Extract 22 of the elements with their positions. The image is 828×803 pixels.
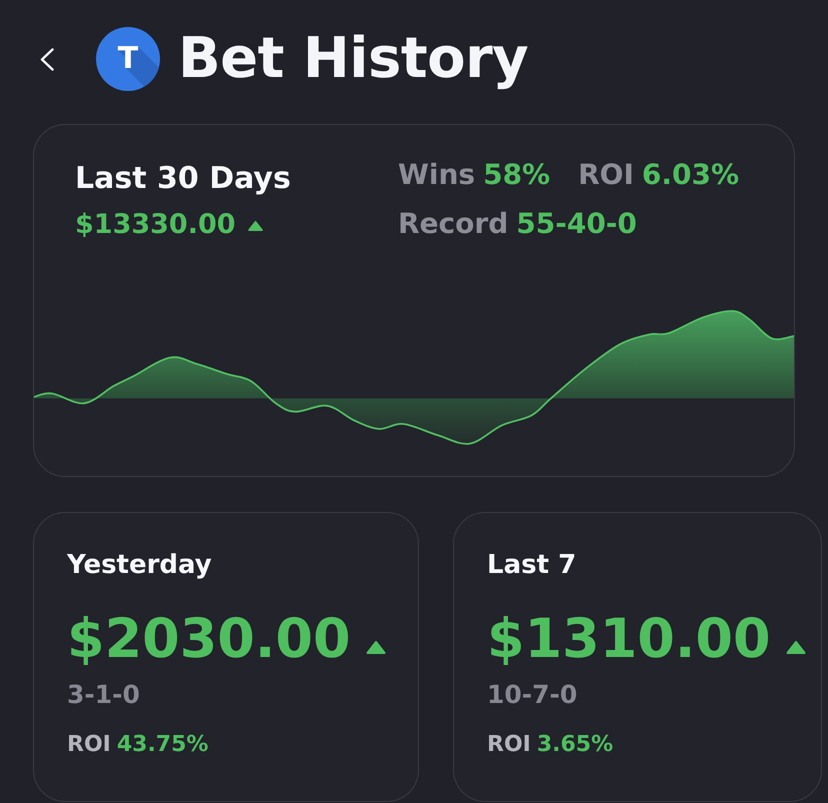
period-title: Last 7 [487,549,576,581]
stat-value: 58% [483,158,550,192]
record-text: 10-7-0 [487,680,578,710]
period-amount: $1310.00 [487,607,771,671]
back-icon [40,48,54,70]
stat-value: 55-40-0 [516,207,637,241]
roi-label: ROI [67,732,111,758]
period-title: Yesterday [67,549,212,581]
summary-title: Last 30 Days [75,161,291,197]
stat-label: Record [398,207,508,241]
roi-label: ROI [487,732,531,758]
roi-value: 3.65% [536,732,614,758]
page-title: Bet History [178,31,528,87]
stat-label: Wins [398,158,476,192]
back-button[interactable] [40,48,54,70]
stat-value: 6.03% [642,158,740,192]
period-amount: $2030.00 [67,607,351,671]
app-logo: T [96,27,160,91]
roi-value: 43.75% [116,732,208,758]
summary-amount: $13330.00 [75,210,236,240]
record-text: 3-1-0 [67,680,140,710]
stat-label: ROI [578,158,634,192]
